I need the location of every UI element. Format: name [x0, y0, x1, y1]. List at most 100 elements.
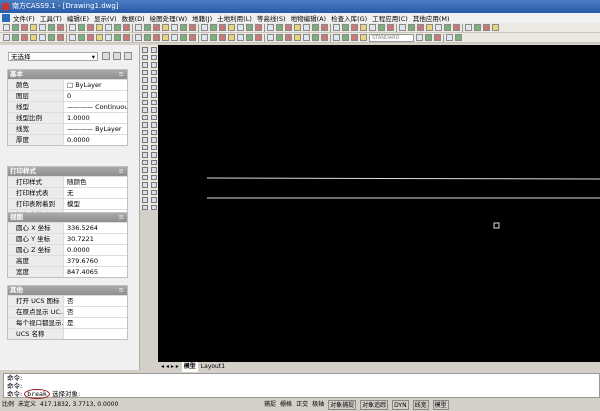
status-toggle[interactable]: 对象捕捉 — [328, 400, 357, 410]
menu-feature-edit[interactable]: 地物编辑(A) — [291, 13, 327, 23]
toolbar-button-icon[interactable] — [57, 24, 64, 31]
draw-tool-icon[interactable] — [141, 107, 148, 113]
toolbar-button-icon[interactable] — [153, 24, 160, 31]
menu-engineering[interactable]: 工程应用(C) — [372, 13, 408, 23]
toolbar-button-icon[interactable] — [171, 24, 178, 31]
toolbar-button-icon[interactable] — [30, 34, 37, 41]
toolbar-button-icon[interactable] — [189, 24, 196, 31]
toolbar-button-icon[interactable] — [474, 24, 481, 31]
toolbar-button-icon[interactable] — [378, 24, 385, 31]
property-value[interactable]: 无 — [64, 188, 127, 198]
toolbar-button-icon[interactable] — [434, 34, 441, 41]
toolbar-button-icon[interactable] — [267, 34, 274, 41]
toolbar-button-icon[interactable] — [87, 24, 94, 31]
property-row[interactable]: 圆心 X 坐标 336.5264 — [8, 222, 127, 233]
draw-tool-icon[interactable] — [141, 114, 148, 120]
toolbar-button-icon[interactable] — [351, 24, 358, 31]
draw-tool-icon[interactable] — [150, 137, 157, 143]
toolbar-button-icon[interactable] — [210, 24, 217, 31]
draw-tool-icon[interactable] — [141, 159, 148, 165]
toolbar-button-icon[interactable] — [342, 24, 349, 31]
toolbar-button-icon[interactable] — [321, 34, 328, 41]
toolbar-button-icon[interactable] — [333, 34, 340, 41]
property-row[interactable]: 每个视口都显示... 是 — [8, 317, 127, 328]
status-toggle[interactable]: 模型 — [432, 400, 449, 410]
toolbar-button-icon[interactable] — [246, 34, 253, 41]
toolbar-button-icon[interactable] — [96, 24, 103, 31]
toolbar-button-icon[interactable] — [144, 34, 151, 41]
toolbar-button-icon[interactable] — [12, 34, 19, 41]
toolbar-button-icon[interactable] — [267, 24, 274, 31]
draw-tool-icon[interactable] — [141, 62, 148, 68]
toolbar-button-icon[interactable] — [246, 24, 253, 31]
status-toggle[interactable]: 捕捉 — [264, 399, 276, 411]
draw-tool-icon[interactable] — [150, 189, 157, 195]
toolbar-button-icon[interactable] — [162, 24, 169, 31]
toolbar-button-icon[interactable] — [294, 34, 301, 41]
toolbar-button-icon[interactable] — [114, 24, 121, 31]
toolbar-button-icon[interactable] — [369, 24, 376, 31]
property-row[interactable]: 圆心 Y 坐标 30.7221 — [8, 233, 127, 244]
toolbar-button-icon[interactable] — [312, 34, 319, 41]
draw-tool-icon[interactable] — [141, 182, 148, 188]
draw-tool-icon[interactable] — [150, 167, 157, 173]
toolbar-button-icon[interactable] — [3, 34, 10, 41]
property-value[interactable]: ———— Continuous — [64, 102, 127, 112]
toggle-pickadd-icon[interactable] — [102, 52, 110, 60]
section-header[interactable]: 视图 — [8, 213, 127, 222]
draw-tool-icon[interactable] — [141, 129, 148, 135]
draw-tool-icon[interactable] — [141, 77, 148, 83]
toolbar-button-icon[interactable] — [303, 24, 310, 31]
property-value[interactable]: 847.4065 — [64, 267, 127, 277]
toolbar-button-icon[interactable] — [39, 24, 46, 31]
draw-tool-icon[interactable] — [150, 107, 157, 113]
toolbar-button-icon[interactable] — [219, 34, 226, 41]
menu-edit[interactable]: 编辑(E) — [67, 13, 89, 23]
menu-other[interactable]: 其他应用(M) — [413, 13, 450, 23]
toolbar-button-icon[interactable] — [39, 34, 46, 41]
menu-data[interactable]: 数据(D) — [122, 13, 145, 23]
property-value[interactable]: □ ByLayer — [64, 80, 127, 90]
menu-cadastre[interactable]: 地籍(J) — [192, 13, 212, 23]
property-row[interactable]: 打印样式 随颜色 — [8, 176, 127, 187]
toolbar-button-icon[interactable] — [465, 24, 472, 31]
property-value[interactable]: ———— ByLayer — [64, 124, 127, 134]
property-row[interactable]: 线宽 ———— ByLayer — [8, 123, 127, 134]
toolbar-button-icon[interactable] — [228, 24, 235, 31]
toolbar-button-icon[interactable] — [201, 34, 208, 41]
property-row[interactable]: UCS 名称 — [8, 328, 127, 339]
menu-check[interactable]: 检查入库(G) — [331, 13, 367, 23]
property-value[interactable]: 30.7221 — [64, 234, 127, 244]
draw-tool-icon[interactable] — [141, 92, 148, 98]
draw-tool-icon[interactable] — [141, 174, 148, 180]
property-value[interactable] — [64, 329, 127, 339]
property-value[interactable]: 336.5264 — [64, 223, 127, 233]
toolbar-button-icon[interactable] — [312, 24, 319, 31]
menu-draw[interactable]: 绘图处理(W) — [150, 13, 188, 23]
toolbar-button-icon[interactable] — [135, 34, 142, 41]
toolbar-button-icon[interactable] — [123, 24, 130, 31]
toolbar-button-icon[interactable] — [171, 34, 178, 41]
toolbar-button-icon[interactable] — [333, 24, 340, 31]
draw-tool-icon[interactable] — [141, 69, 148, 75]
toolbar-button-icon[interactable] — [483, 24, 490, 31]
property-row[interactable]: 打印表附着到 模型 — [8, 198, 127, 209]
app-menu-icon[interactable] — [2, 14, 10, 22]
menu-landuse[interactable]: 土地利用(L) — [217, 13, 252, 23]
status-toggle[interactable]: DYN — [392, 400, 409, 410]
toolbar-button-icon[interactable] — [453, 24, 460, 31]
draw-tool-icon[interactable] — [150, 99, 157, 105]
toolbar-button-icon[interactable] — [285, 24, 292, 31]
draw-tool-icon[interactable] — [141, 137, 148, 143]
toolbar-button-icon[interactable] — [237, 34, 244, 41]
text-style-dropdown[interactable]: STANDARD — [369, 33, 414, 42]
draw-tool-icon[interactable] — [141, 54, 148, 60]
status-toggle[interactable]: 极轴 — [312, 399, 324, 411]
toolbar-button-icon[interactable] — [105, 24, 112, 31]
toolbar-button-icon[interactable] — [276, 34, 283, 41]
property-value[interactable]: 1.0000 — [64, 113, 127, 123]
toolbar-button-icon[interactable] — [78, 34, 85, 41]
draw-tool-icon[interactable] — [141, 197, 148, 203]
toolbar-button-icon[interactable] — [96, 34, 103, 41]
toolbar-button-icon[interactable] — [144, 24, 151, 31]
